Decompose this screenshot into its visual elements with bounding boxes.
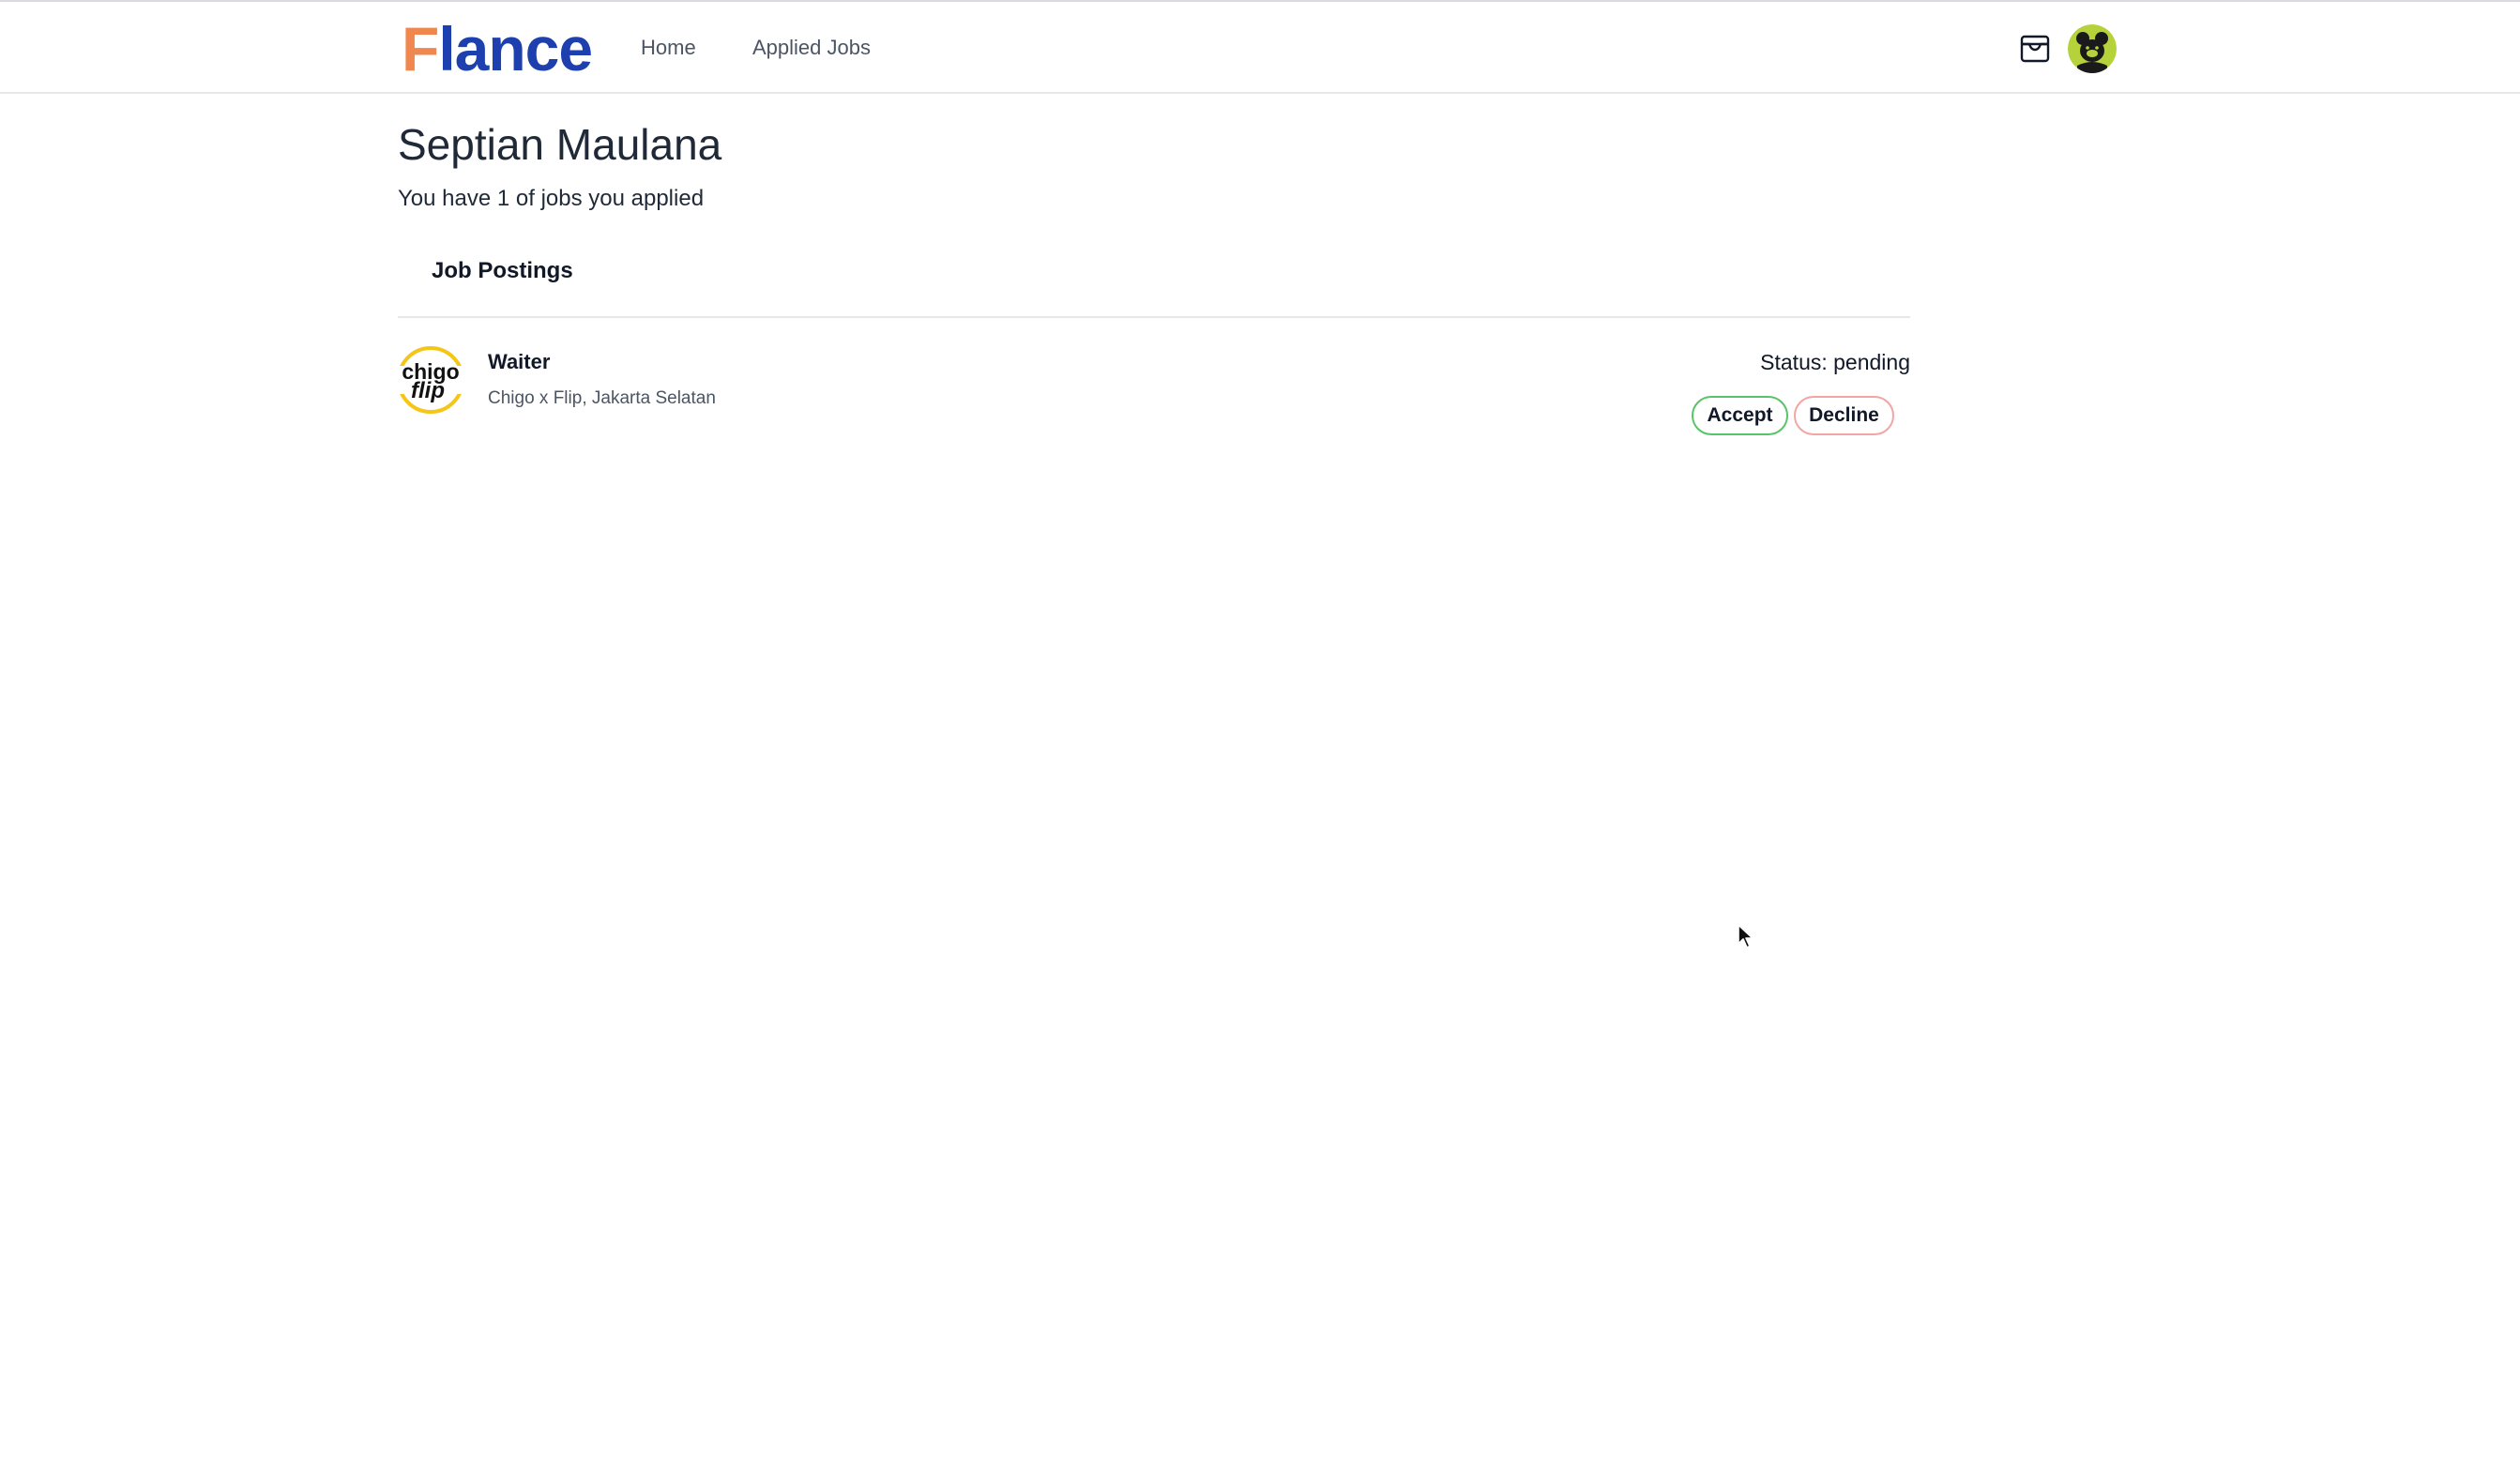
user-avatar[interactable] <box>2068 24 2117 73</box>
nav-link-home[interactable]: Home <box>641 34 696 62</box>
decline-button[interactable]: Decline <box>1794 396 1894 435</box>
section-divider <box>398 316 1910 318</box>
mouse-cursor-icon <box>1737 923 1755 949</box>
logo-rest: lance <box>438 14 593 83</box>
accept-button[interactable]: Accept <box>1692 396 1788 435</box>
navbar: Flance Home Applied Jobs <box>0 2 2520 94</box>
nav-link-applied-jobs[interactable]: Applied Jobs <box>752 34 871 62</box>
company-logo[interactable]: chigo flip <box>396 345 465 415</box>
job-status: Status: pending <box>1760 350 1910 374</box>
job-title[interactable]: Waiter <box>488 348 550 376</box>
page-title: Septian Maulana <box>398 120 722 169</box>
inbox-icon[interactable] <box>2019 34 2051 64</box>
job-company-location: Chigo x Flip, Jakarta Selatan <box>488 388 716 408</box>
flance-logo[interactable]: Flance <box>402 11 593 86</box>
applied-count-text: You have 1 of jobs you applied <box>398 186 705 211</box>
logo-letter-f: F <box>402 14 439 83</box>
company-logo-text-bottom: flip <box>411 378 445 403</box>
section-title-job-postings: Job Postings <box>432 258 573 283</box>
